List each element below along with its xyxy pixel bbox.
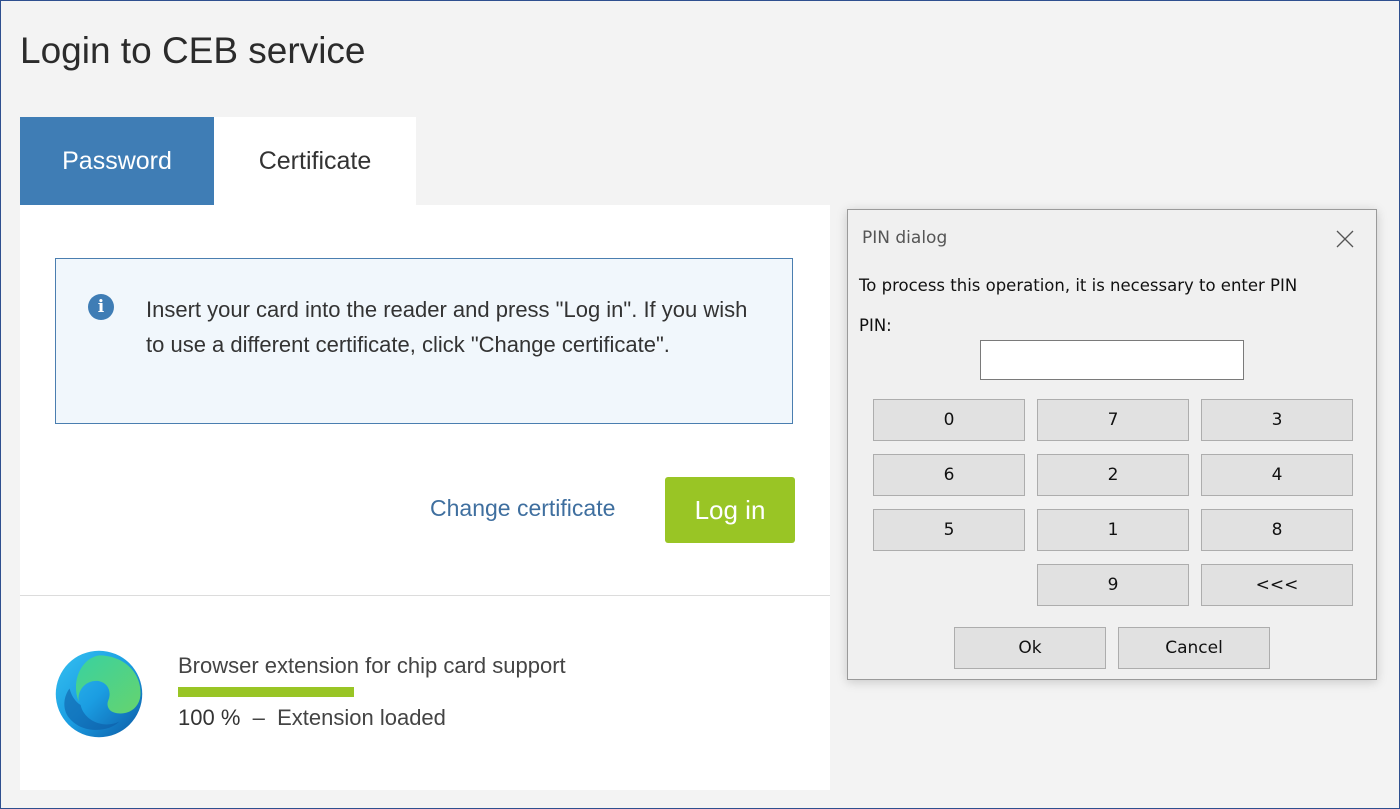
pin-dialog-title: PIN dialog	[862, 228, 948, 248]
info-message-text: Insert your card into the reader and pre…	[146, 297, 748, 357]
pin-key-3[interactable]: 3	[1201, 399, 1353, 441]
pin-key-1[interactable]: 1	[1037, 509, 1189, 551]
extension-progress-bar	[178, 687, 354, 697]
log-in-button-label: Log in	[694, 494, 766, 525]
close-icon[interactable]	[1328, 222, 1362, 256]
page-title: Login to CEB service	[20, 30, 366, 71]
log-in-button[interactable]: Log in	[665, 477, 795, 543]
pin-key-8[interactable]: 8	[1201, 509, 1353, 551]
pin-key-6[interactable]: 6	[873, 454, 1025, 496]
backspace-button[interactable]: <<<	[1201, 564, 1353, 606]
certificate-panel: i Insert your card into the reader and p…	[20, 205, 830, 790]
change-certificate-link[interactable]: Change certificate	[430, 495, 615, 522]
edge-browser-icon	[55, 650, 143, 738]
tab-certificate[interactable]: Certificate	[214, 117, 416, 205]
pin-label: PIN:	[859, 316, 892, 335]
login-tabs: Password Certificate	[20, 117, 416, 205]
tab-certificate-label: Certificate	[258, 146, 372, 175]
pin-key-2[interactable]: 2	[1037, 454, 1189, 496]
extension-name: Browser extension for chip card support	[178, 653, 566, 678]
cancel-button[interactable]: Cancel	[1118, 627, 1270, 669]
pin-key-7[interactable]: 7	[1037, 399, 1189, 441]
pin-input[interactable]	[980, 340, 1244, 380]
pin-key-0[interactable]: 0	[873, 399, 1025, 441]
pin-key-9[interactable]: 9	[1037, 564, 1189, 606]
pin-dialog: PIN dialog To process this operation, it…	[847, 209, 1377, 680]
tab-password[interactable]: Password	[20, 117, 214, 205]
ok-button[interactable]: Ok	[954, 627, 1106, 669]
divider	[20, 595, 830, 596]
tab-password-label: Password	[62, 146, 172, 175]
info-icon: i	[88, 294, 114, 320]
info-message-box: i Insert your card into the reader and p…	[55, 258, 793, 424]
extension-status: 100 % – Extension loaded	[178, 705, 446, 731]
extension-status-text: Extension loaded	[277, 705, 446, 730]
pin-dialog-message: To process this operation, it is necessa…	[859, 276, 1298, 295]
pin-key-5[interactable]: 5	[873, 509, 1025, 551]
pin-key-4[interactable]: 4	[1201, 454, 1353, 496]
status-separator: –	[252, 705, 265, 730]
extension-percent: 100 %	[178, 705, 241, 730]
